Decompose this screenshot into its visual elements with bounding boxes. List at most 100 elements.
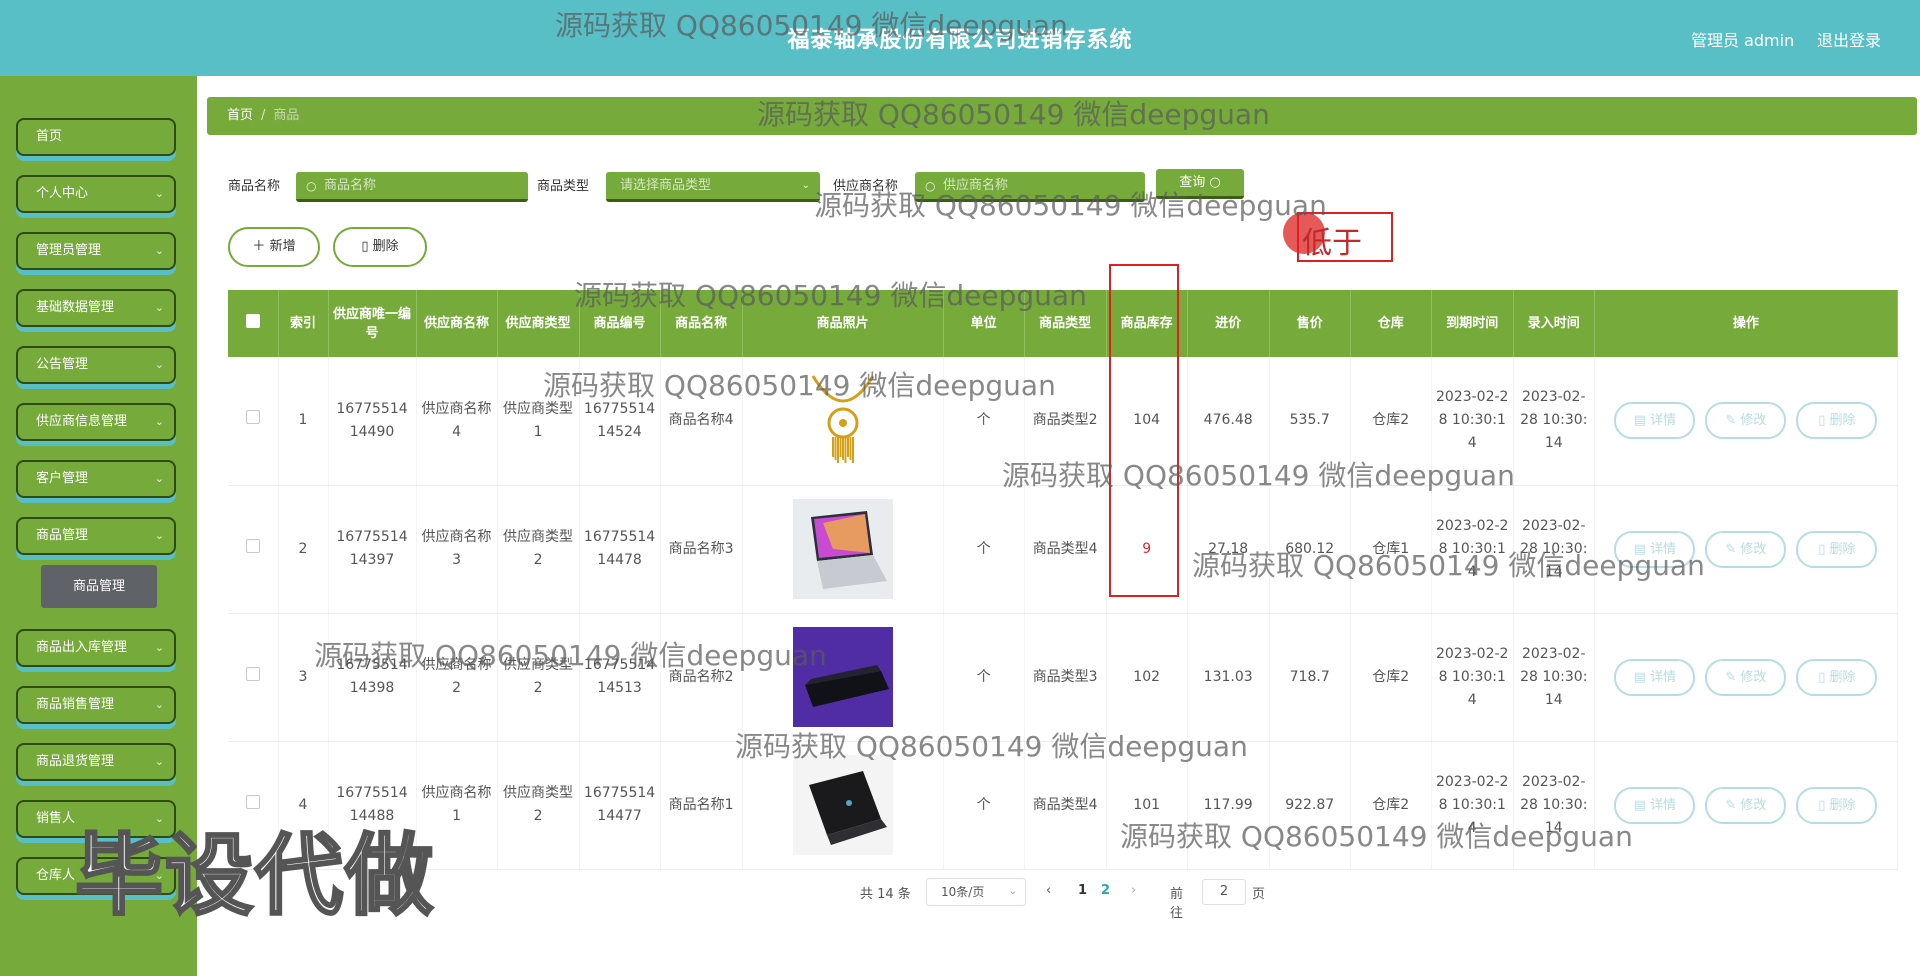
breadcrumb-home[interactable]: 首页 (227, 108, 253, 123)
table-row: 1 1677551414490 供应商名称4 供应商类型1 1677551414524 商… (228, 357, 1899, 486)
cell-price: 718.7 (1269, 613, 1351, 742)
edit-label: 修改 (1740, 541, 1767, 557)
col-header: 供应商类型 (497, 290, 580, 357)
detail-button[interactable]: ▤ 详情 (1614, 786, 1696, 824)
trash-icon: ▯ (1818, 669, 1830, 685)
search-icon: ○ (925, 179, 936, 193)
cell-supplier-name: 供应商名称3 (416, 485, 498, 614)
product-photo (792, 755, 893, 855)
cell-index: 2 (278, 485, 329, 614)
supplier-name-placeholder: 供应商名称 (943, 178, 1009, 193)
cell-product-no: 1677551414513 (579, 613, 661, 742)
sidebar-item-personal-center[interactable]: 个人中心 ⌄ (16, 175, 176, 213)
chevron-down-icon: ⌄ (154, 358, 164, 371)
edit-button[interactable]: ✎ 修改 (1705, 402, 1787, 440)
cell-photo (742, 613, 944, 742)
sidebar-item-warehouse[interactable]: 仓库人 ⌄ (16, 857, 176, 895)
delete-button[interactable]: ▯ 删除 (333, 227, 427, 267)
table-header-row: 索引 供应商唯一编号 供应商名称 供应商类型 商品编号 商品名称 商品照片 单位… (228, 290, 1899, 357)
product-type-label: 商品类型 (537, 179, 590, 194)
query-button[interactable]: 查询 ○ (1156, 169, 1244, 199)
cell-expire: 2023-02-28 10:30:14 (1431, 613, 1514, 742)
logout-link[interactable]: 退出登录 (1817, 27, 1881, 51)
detail-label: 详情 (1650, 413, 1677, 429)
next-page-icon[interactable]: › (1131, 883, 1136, 898)
detail-button[interactable]: ▤ 详情 (1614, 402, 1696, 440)
chevron-down-icon: ⌄ (154, 869, 164, 882)
chevron-down-icon: ⌄ (154, 472, 164, 485)
select-all-header (228, 290, 279, 357)
col-header: 单位 (943, 290, 1025, 357)
sidebar-item-admin-mgmt[interactable]: 管理员管理 ⌄ (16, 232, 176, 270)
cell-created: 2023-02-28 10:30:14 (1513, 485, 1595, 614)
row-delete-button[interactable]: ▯ 删除 (1796, 402, 1878, 440)
doc-icon: ▤ (1633, 413, 1651, 429)
supplier-name-input[interactable]: ○ 供应商名称 (915, 172, 1145, 202)
edit-label: 修改 (1740, 669, 1767, 685)
row-delete-button[interactable]: ▯ 删除 (1796, 658, 1878, 696)
submenu-product-mgmt[interactable]: 商品管理 (41, 565, 157, 608)
select-all-checkbox[interactable] (245, 313, 260, 328)
chevron-down-icon: ⌄ (154, 529, 164, 542)
sidebar-item-product[interactable]: 商品管理 ⌄ (16, 517, 176, 555)
col-header: 商品名称 (660, 290, 743, 357)
product-type-select[interactable]: 请选择商品类型 ⌄ (606, 172, 820, 202)
sidebar-item-label: 销售人 (36, 811, 76, 826)
sidebar-item-returns[interactable]: 商品退货管理 ⌄ (16, 743, 176, 781)
detail-button[interactable]: ▤ 详情 (1614, 530, 1696, 568)
add-button[interactable]: ＋ 新增 (228, 227, 320, 267)
cell-product-no: 1677551414524 (579, 357, 661, 486)
edit-button[interactable]: ✎ 修改 (1705, 658, 1787, 696)
row-checkbox[interactable] (245, 666, 260, 681)
page-jump-input[interactable]: 2 (1202, 879, 1246, 905)
page-1[interactable]: 1 (1078, 883, 1087, 898)
detail-label: 详情 (1650, 541, 1677, 557)
row-select-cell (228, 485, 279, 614)
row-delete-button[interactable]: ▯ 删除 (1796, 786, 1878, 824)
cell-supplier-type: 供应商类型2 (497, 485, 580, 614)
edit-button[interactable]: ✎ 修改 (1705, 786, 1787, 824)
sidebar-item-salesperson[interactable]: 销售人 ⌄ (16, 800, 176, 838)
table-row: 3 1677551414398 供应商名称2 供应商类型2 1677551414513 商… (228, 613, 1899, 742)
detail-label: 详情 (1650, 797, 1677, 813)
edit-button[interactable]: ✎ 修改 (1705, 530, 1787, 568)
cell-supplier-name: 供应商名称1 (416, 741, 498, 870)
cell-unit: 个 (943, 357, 1025, 486)
cell-product-type: 商品类型2 (1024, 357, 1107, 486)
plus-icon: ＋ (252, 239, 270, 254)
sidebar-item-supplier[interactable]: 供应商信息管理 ⌄ (16, 403, 176, 441)
sidebar-item-notice[interactable]: 公告管理 ⌄ (16, 346, 176, 384)
row-checkbox[interactable] (245, 410, 260, 425)
page-2[interactable]: 2 (1101, 883, 1110, 898)
prev-page-icon[interactable]: ‹ (1046, 883, 1051, 898)
sidebar-item-basic-data[interactable]: 基础数据管理 ⌄ (16, 289, 176, 327)
table-row: 2 1677551414397 供应商名称3 供应商类型2 1677551414478 商… (228, 485, 1899, 614)
col-header: 供应商名称 (416, 290, 498, 357)
sidebar-item-stock-io[interactable]: 商品出入库管理 ⌄ (16, 629, 176, 667)
page-size-select[interactable]: 10条/页 ⌄ (926, 878, 1026, 906)
sidebar-item-sales[interactable]: 商品销售管理 ⌄ (16, 686, 176, 724)
sidebar-item-label: 基础数据管理 (36, 300, 115, 315)
breadcrumb-separator: / (261, 108, 266, 123)
cell-supplier-type: 供应商类型1 (497, 357, 580, 486)
sidebar-item-label: 商品管理 (36, 528, 89, 543)
row-checkbox[interactable] (245, 794, 260, 809)
product-photo (792, 627, 893, 727)
sidebar-item-label: 公告管理 (36, 357, 89, 372)
cell-expire: 2023-02-28 10:30:14 (1431, 741, 1514, 870)
row-checkbox[interactable] (245, 538, 260, 553)
page-suffix: 页 (1252, 887, 1266, 902)
sidebar-item-home[interactable]: 首页 (16, 118, 176, 156)
goto-label: 前往 (1170, 887, 1184, 921)
product-name-input[interactable]: ○ 商品名称 (296, 172, 528, 202)
cell-price: 680.12 (1269, 485, 1351, 614)
cell-ops: ▤ 详情 ✎ 修改 ▯ 删除 (1594, 357, 1899, 486)
cell-product-name: 商品名称2 (660, 613, 743, 742)
cell-index: 3 (278, 613, 329, 742)
sidebar-item-label: 商品出入库管理 (36, 640, 128, 655)
cell-ops: ▤ 详情 ✎ 修改 ▯ 删除 (1594, 485, 1899, 614)
row-delete-button[interactable]: ▯ 删除 (1796, 530, 1878, 568)
detail-button[interactable]: ▤ 详情 (1614, 658, 1696, 696)
cell-cost: 117.99 (1187, 741, 1270, 870)
sidebar-item-customer[interactable]: 客户管理 ⌄ (16, 460, 176, 498)
